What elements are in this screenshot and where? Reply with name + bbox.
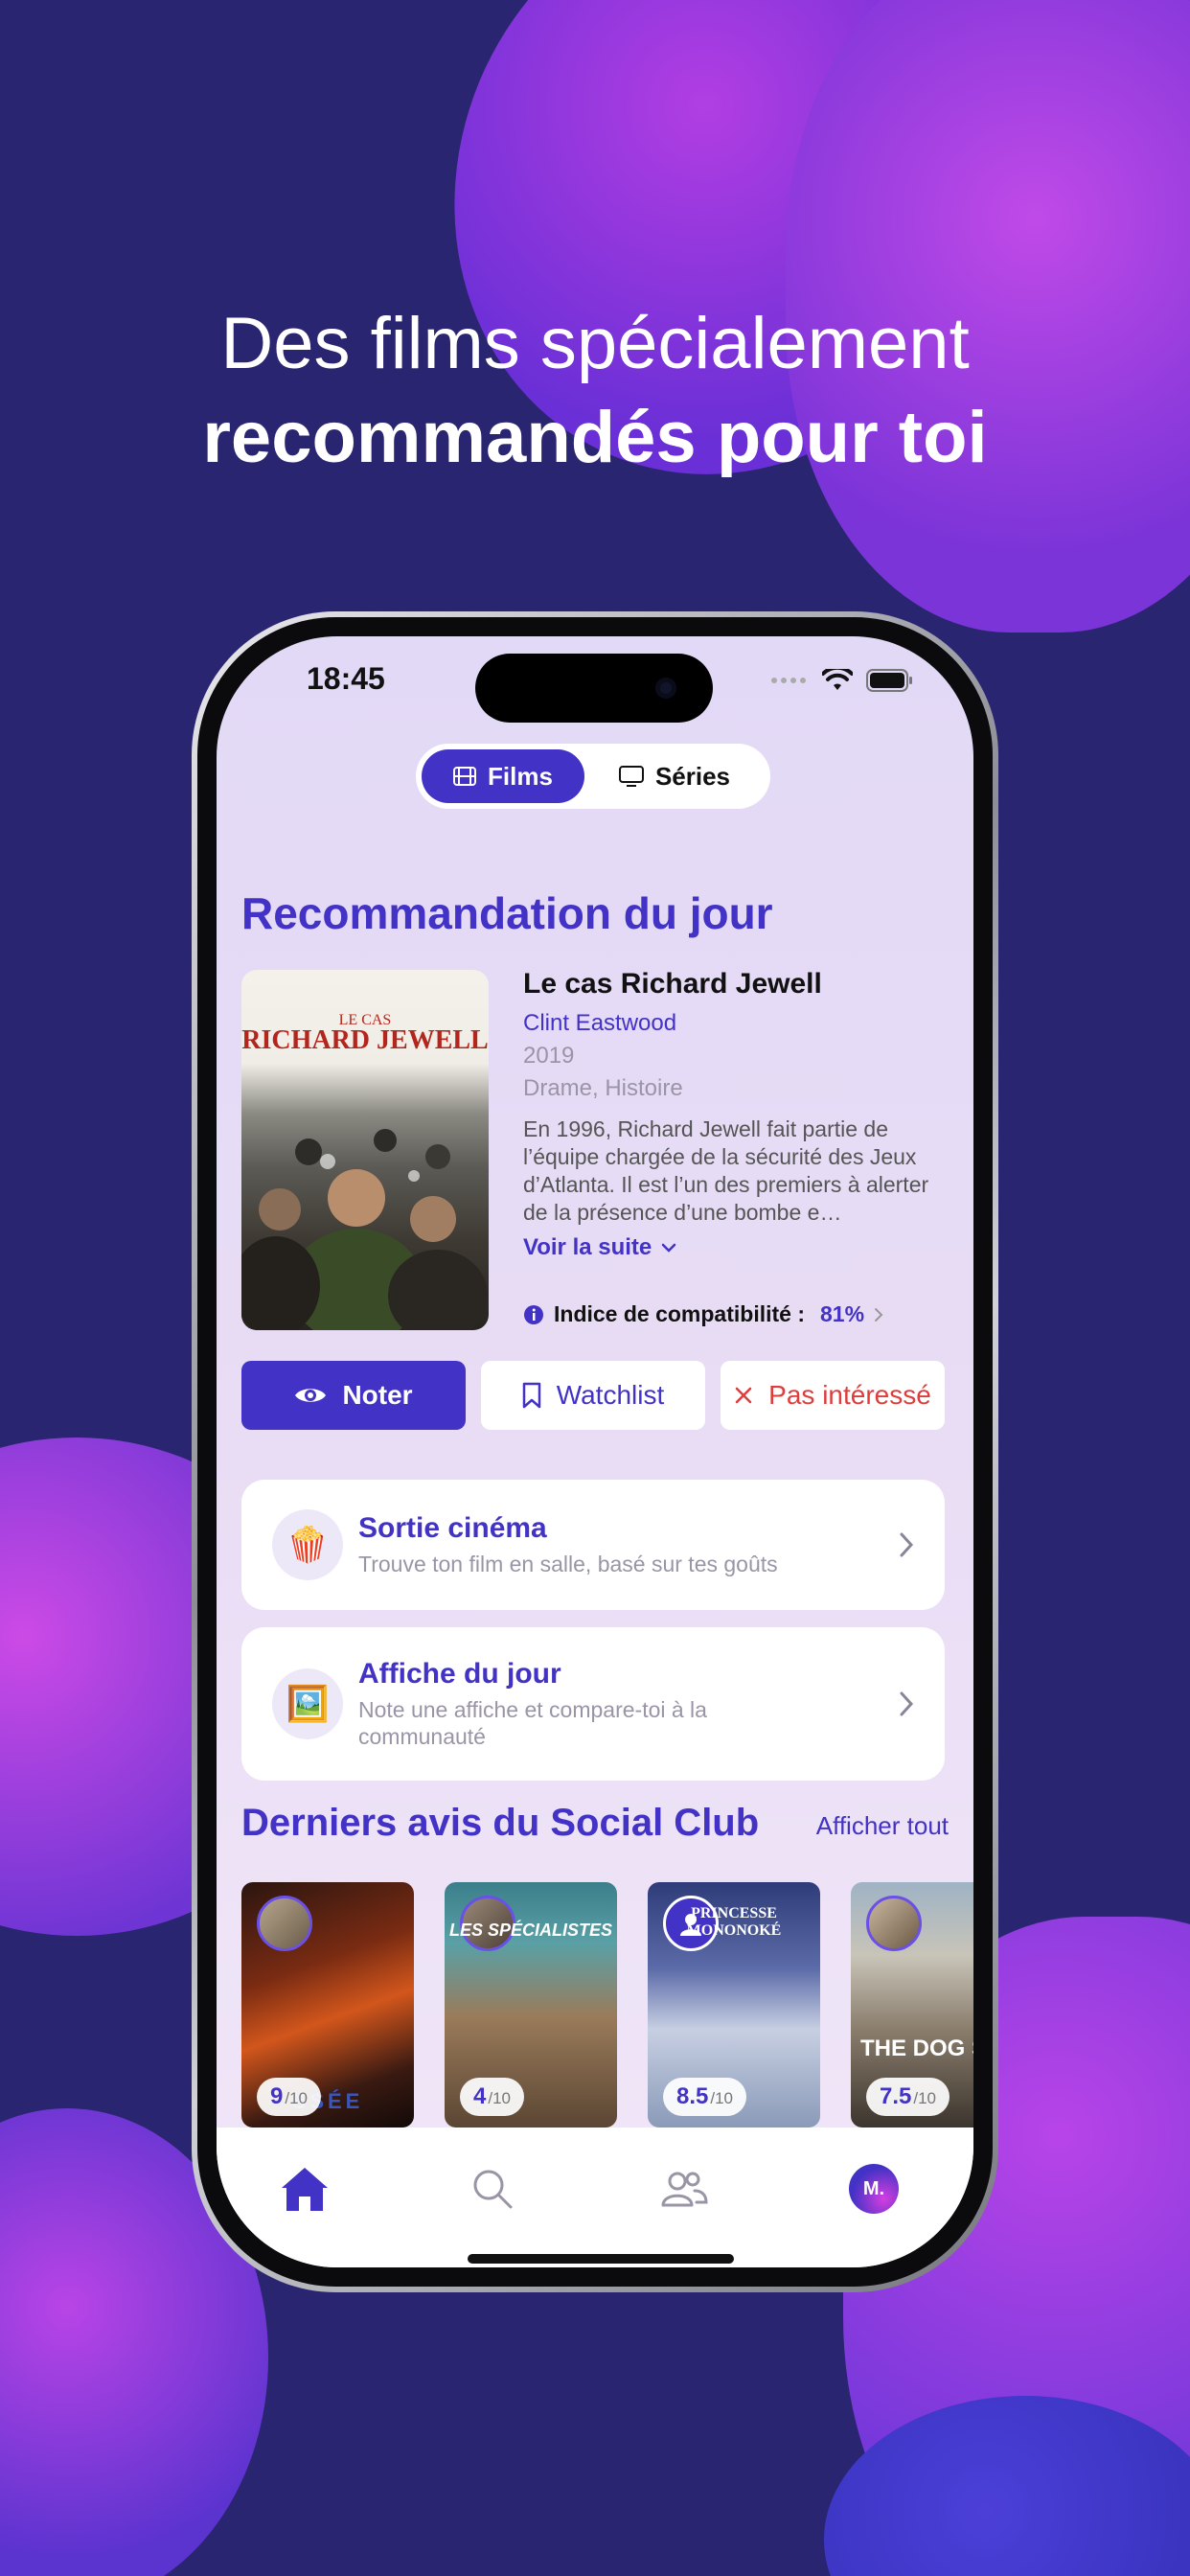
home-indicator — [468, 2254, 734, 2264]
poster-of-the-day-subtitle: Note une affiche et compare-toi à la com… — [358, 1697, 707, 1749]
poster-caption: THE DOG STARS — [860, 2036, 973, 2061]
review-score: 4 — [473, 2083, 487, 2109]
chevron-right-icon — [900, 1691, 914, 1716]
home-icon — [282, 2168, 328, 2211]
app-screen: 18:45 Films Séries Recommandation du jou… — [217, 636, 973, 2267]
read-more-label: Voir la suite — [523, 1234, 652, 1260]
avatar-initials: M. — [862, 2177, 885, 2199]
tab-community[interactable] — [653, 2158, 715, 2220]
close-icon — [735, 1387, 752, 1404]
poster-of-the-day-text: Affiche du jour Note une affiche et comp… — [358, 1658, 899, 1750]
review-rating: 9/10 — [257, 2078, 321, 2116]
reviewer-avatar — [866, 1896, 922, 1951]
eye-icon — [295, 1389, 327, 1402]
recommendation-actions: Noter Watchlist Pas intéressé — [241, 1361, 945, 1430]
reviewer-avatar — [257, 1896, 312, 1951]
compatibility-label: Indice de compatibilité : — [554, 1301, 805, 1326]
review-rating: 7.5/10 — [866, 2078, 950, 2116]
review-score: 8.5 — [676, 2083, 709, 2109]
review-card[interactable]: SSÉE 9/10 — [241, 1882, 414, 2128]
community-icon — [661, 2172, 708, 2207]
cinema-release-text: Sortie cinéma Trouve ton film en salle, … — [358, 1512, 899, 1577]
social-reviews-list: SSÉE 9/10 LES SPÉCIALISTES 4/10 PRINCESS… — [241, 1882, 973, 2128]
framed-picture-icon: 🖼️ — [272, 1668, 343, 1739]
dynamic-island — [475, 654, 713, 723]
tab-search[interactable] — [462, 2158, 523, 2220]
review-card[interactable]: PRINCESSE MONONOKÉ 8.5/10 — [648, 1882, 820, 2128]
review-score: 7.5 — [880, 2083, 912, 2109]
headline-line-2: recommandés pour toi — [202, 397, 988, 478]
rate-button[interactable]: Noter — [241, 1361, 466, 1430]
poster-of-the-day-card[interactable]: 🖼️ Affiche du jour Note une affiche et c… — [241, 1627, 945, 1781]
read-more-link[interactable]: Voir la suite — [523, 1234, 945, 1261]
not-interested-button-label: Pas intéressé — [768, 1380, 931, 1410]
poster-caption: LES SPÉCIALISTES — [448, 1920, 613, 1940]
signal-dots-icon — [771, 678, 806, 683]
profile-avatar: M. — [849, 2164, 899, 2214]
headline-line-1: Des films spécialement — [220, 303, 970, 384]
rate-button-label: Noter — [342, 1380, 413, 1410]
tab-series-label: Séries — [654, 761, 731, 791]
review-scale: /10 — [285, 2089, 308, 2107]
tab-films-label: Films — [488, 761, 553, 791]
film-icon — [453, 767, 477, 786]
watchlist-button-label: Watchlist — [556, 1380, 665, 1410]
movie-poster[interactable]: LE CAS RICHARD JEWELL — [241, 970, 489, 1330]
review-score: 9 — [270, 2083, 284, 2109]
review-scale: /10 — [488, 2089, 511, 2107]
review-card[interactable]: LES SPÉCIALISTES 4/10 — [445, 1882, 617, 2128]
front-camera — [655, 678, 676, 699]
status-time: 18:45 — [307, 661, 385, 696]
review-card[interactable]: THE DOG STARS 7.5/10 — [851, 1882, 973, 2128]
cinema-release-subtitle: Trouve ton film en salle, basé sur tes g… — [358, 1552, 778, 1576]
movie-director[interactable]: Clint Eastwood — [523, 1010, 945, 1037]
cinema-release-card[interactable]: 🍿 Sortie cinéma Trouve ton film en salle… — [241, 1480, 945, 1610]
tab-series[interactable]: Séries — [584, 749, 765, 803]
cinema-release-title: Sortie cinéma — [358, 1512, 547, 1544]
tab-films[interactable]: Films — [422, 749, 584, 803]
compatibility-value: 81% — [819, 1301, 865, 1326]
status-icons — [770, 669, 914, 692]
review-rating: 8.5/10 — [663, 2078, 747, 2116]
social-club-title: Derniers avis du Social Club — [241, 1802, 760, 1844]
tv-icon — [618, 766, 644, 787]
poster-of-the-day-title: Affiche du jour — [358, 1658, 561, 1690]
marketing-headline: Des films spécialement recommandés pour … — [0, 297, 1190, 485]
chevron-right-icon — [875, 1307, 883, 1322]
battery-icon — [866, 669, 912, 692]
not-interested-button[interactable]: Pas intéressé — [721, 1361, 945, 1430]
poster-crowd-art — [241, 1129, 488, 1330]
phone-bezel: 18:45 Films Séries Recommandation du jou… — [197, 617, 993, 2287]
movie-title: Le cas Richard Jewell — [523, 968, 822, 1000]
movie-info: Le cas Richard Jewell Clint Eastwood 201… — [523, 968, 945, 1261]
chevron-right-icon — [900, 1532, 914, 1557]
search-icon — [473, 2170, 513, 2209]
tab-profile[interactable]: M. — [843, 2158, 904, 2220]
bookmark-icon — [522, 1382, 540, 1409]
poster-caption: PRINCESSE MONONOKÉ — [686, 1905, 782, 1939]
review-scale: /10 — [710, 2089, 734, 2107]
bottom-tab-bar: M. — [217, 2128, 973, 2267]
popcorn-icon: 🍿 — [272, 1509, 343, 1580]
movie-synopsis: En 1996, Richard Jewell fait partie de l… — [523, 1116, 929, 1225]
see-all-link[interactable]: Afficher tout — [816, 1811, 949, 1841]
movie-genres: Drame, Histoire — [523, 1075, 683, 1101]
movie-year: 2019 — [523, 1043, 575, 1069]
review-rating: 4/10 — [460, 2078, 524, 2116]
recommendation-title: Recommandation du jour — [241, 888, 773, 938]
tab-home[interactable] — [274, 2158, 335, 2220]
info-icon — [524, 1304, 543, 1324]
compatibility-index[interactable]: Indice de compatibilité : 81% — [523, 1301, 883, 1327]
wifi-icon — [822, 669, 853, 690]
review-scale: /10 — [913, 2089, 937, 2107]
media-type-switch: Films Séries — [416, 744, 770, 809]
phone-frame: 18:45 Films Séries Recommandation du jou… — [192, 611, 998, 2292]
watchlist-button[interactable]: Watchlist — [481, 1361, 705, 1430]
chevron-down-icon — [662, 1243, 676, 1253]
